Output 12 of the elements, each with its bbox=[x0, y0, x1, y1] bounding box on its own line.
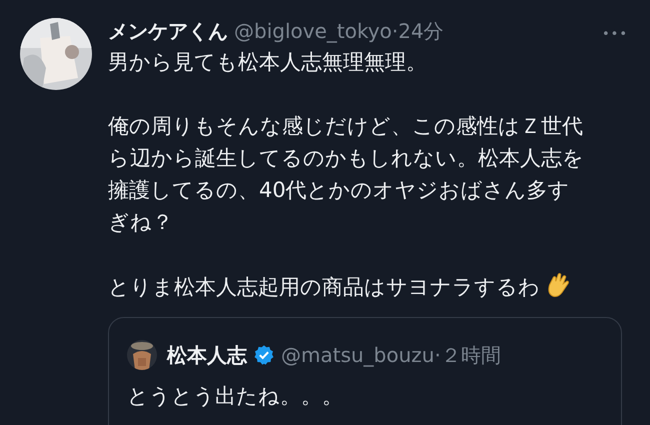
author-name[interactable]: 松本人志 bbox=[167, 342, 247, 368]
tweet-text: とりま松本人志起用の商品はサヨナラするわ bbox=[108, 270, 584, 303]
post-time[interactable]: ·２時間 bbox=[434, 342, 501, 368]
more-icon[interactable]: ••• bbox=[602, 27, 628, 42]
tweet-text: 男から見ても松本人志無理無理。 bbox=[108, 49, 428, 76]
post-time[interactable]: ·24分 bbox=[392, 18, 444, 45]
author-name[interactable]: メンケアくん bbox=[108, 18, 228, 45]
author-handle[interactable]: @biglove_tokyo bbox=[234, 19, 392, 43]
author-handle[interactable]: @matsu_bouzu bbox=[281, 343, 434, 367]
tweet-text: 俺の周りもそんな感じだけど、この感性はＺ世代ら辺から誕生してるのかもしれない。松本人志を擁護してるの、40代とかのオヤジおばさん多すぎね？ bbox=[108, 113, 584, 236]
quoted-tweet[interactable]: 松本人志 @matsu_bouzu·２時間 とうとう出たね。。。 bbox=[108, 317, 622, 425]
quoted-text: とうとう出たね。。。 bbox=[127, 383, 344, 410]
